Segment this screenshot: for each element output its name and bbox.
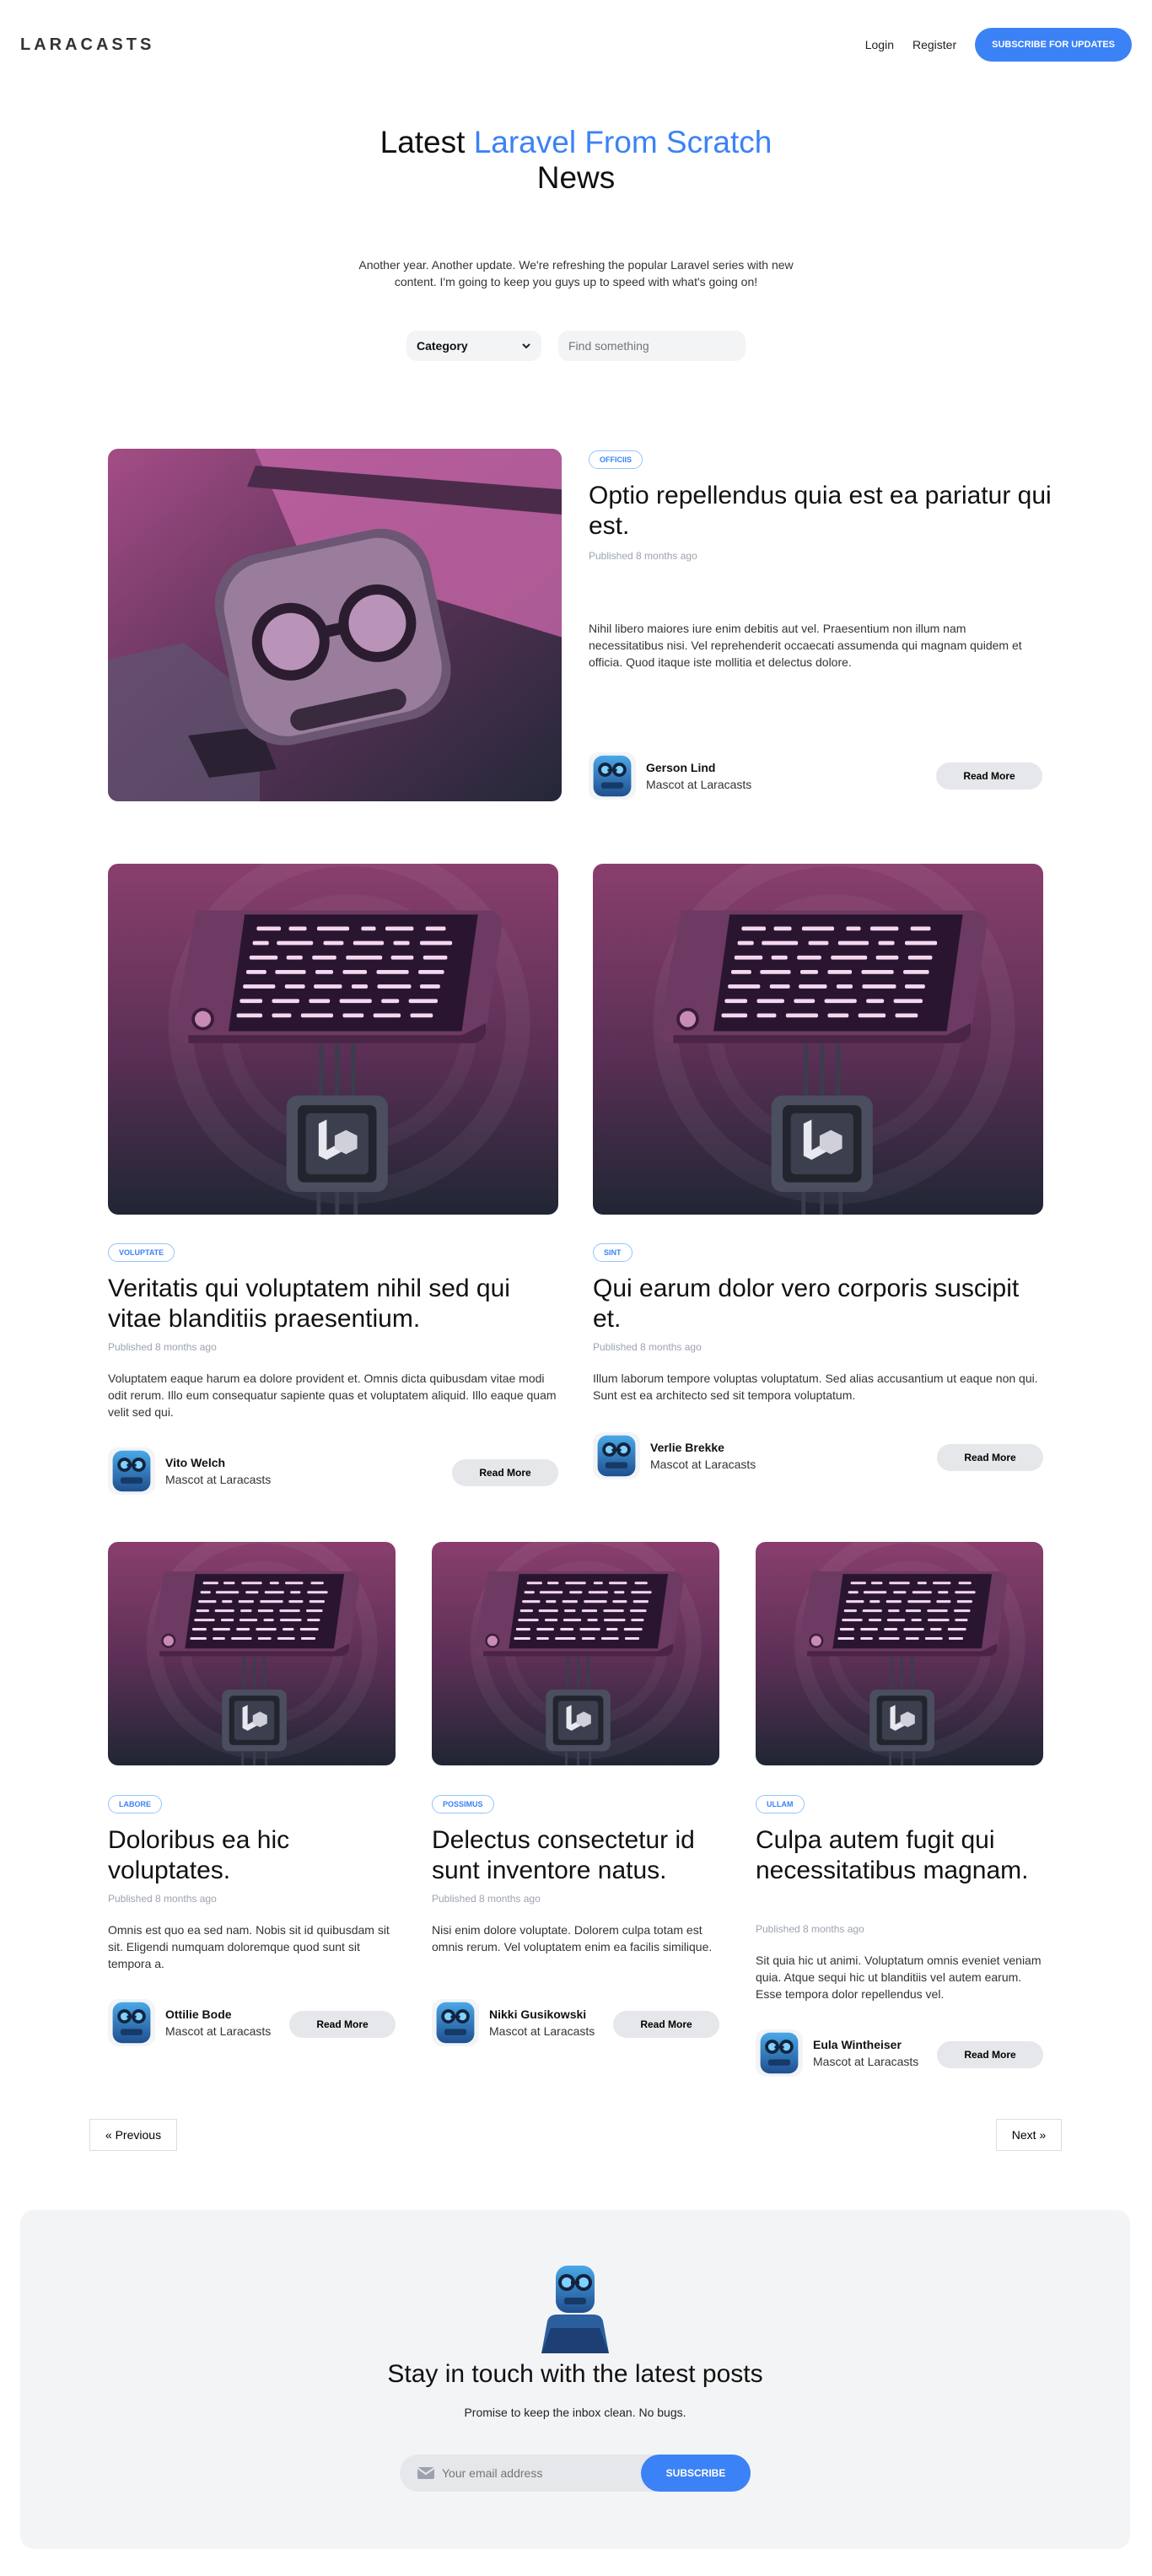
post-author: Eula Wintheiser Mascot at Laracasts [756, 2029, 918, 2077]
category-dropdown[interactable]: Category [406, 331, 541, 361]
post-title[interactable]: Culpa autem fugit qui necessitatibus mag… [756, 1825, 1043, 1886]
search-input[interactable] [558, 331, 746, 361]
previous-page-button[interactable]: « Previous [89, 2119, 177, 2151]
post-title[interactable]: Delectus consectetur id sunt inventore n… [432, 1825, 719, 1886]
author-role: Mascot at Laracasts [165, 2024, 272, 2038]
title-post: News [536, 160, 616, 195]
post-image[interactable] [432, 1542, 719, 1765]
post-category-tag[interactable]: Voluptate [108, 1243, 175, 1262]
post-excerpt: Illum laborum tempore voluptas voluptatu… [593, 1372, 1038, 1402]
post-title[interactable]: Veritatis qui voluptatem nihil sed qui v… [108, 1274, 558, 1334]
post-title[interactable]: Qui earum dolor vero corporis suscipit e… [593, 1274, 1043, 1334]
post-title[interactable]: Doloribus ea hic voluptates. [108, 1825, 396, 1886]
read-more-button[interactable]: Read More [937, 1444, 1043, 1471]
intro-text: Another year. Another update. We're refr… [358, 258, 794, 288]
post-category-tag[interactable]: Ullam [756, 1795, 805, 1813]
post-published-date: Published 8 months ago [108, 1341, 217, 1353]
post-published-date: Published 8 months ago [589, 550, 697, 562]
title-highlight: Laravel From Scratch [473, 125, 772, 159]
laracasts-logo[interactable]: LARACASTS [20, 35, 154, 55]
filters: Category [0, 331, 1152, 361]
read-more-button[interactable]: Read More [289, 2011, 396, 2038]
author-role: Mascot at Laracasts [646, 778, 752, 791]
post-published-date: Published 8 months ago [593, 1341, 702, 1353]
author-name: Nikki Gusikowski [489, 2007, 587, 2021]
category-label: Category [417, 339, 468, 353]
newsletter-form: SUBSCRIBE [400, 2455, 751, 2492]
author-name: Gerson Lind [646, 761, 716, 774]
author-role: Mascot at Laracasts [165, 1473, 272, 1486]
post-excerpt: Sit quia hic ut animi. Voluptatum omnis … [756, 1954, 1042, 2001]
author-avatar [593, 1432, 640, 1479]
author-name: Ottilie Bode [165, 2007, 232, 2021]
post-author: Ottilie Bode Mascot at Laracasts [108, 1999, 271, 2046]
author-avatar [432, 1999, 479, 2046]
post-published-date: Published 8 months ago [756, 1923, 864, 1935]
author-role: Mascot at Laracasts [813, 2055, 919, 2068]
post-category-tag[interactable]: Officiis [589, 450, 643, 469]
logo-text: LARACASTS [20, 35, 155, 54]
mascot-illustration [529, 2261, 622, 2353]
top-nav: LARACASTS Login Register SUBSCRIBE FOR U… [20, 25, 1132, 64]
author-name: Verlie Brekke [650, 1441, 724, 1454]
read-more-button[interactable]: Read More [452, 1459, 558, 1486]
post-author: Vito Welch Mascot at Laracasts [108, 1447, 271, 1495]
next-page-button[interactable]: Next » [996, 2119, 1062, 2151]
newsletter-section: Stay in touch with the latest posts Prom… [20, 2210, 1130, 2549]
author-role: Mascot at Laracasts [650, 1458, 756, 1471]
mail-icon [417, 2467, 435, 2479]
post-image[interactable] [108, 864, 558, 1215]
featured-post-image[interactable] [108, 449, 562, 801]
author-name: Vito Welch [165, 1456, 226, 1469]
post-published-date: Published 8 months ago [108, 1893, 217, 1905]
post-published-date: Published 8 months ago [432, 1893, 541, 1905]
read-more-button[interactable]: Read More [937, 2041, 1043, 2068]
title-pre: Latest [380, 125, 474, 159]
post-image[interactable] [593, 864, 1043, 1215]
post-author: Verlie Brekke Mascot at Laracasts [593, 1432, 756, 1479]
post-author: Nikki Gusikowski Mascot at Laracasts [432, 1999, 595, 2046]
post-title[interactable]: Optio repellendus quia est ea pariatur q… [589, 481, 1061, 542]
author-name: Eula Wintheiser [813, 2038, 902, 2051]
author-avatar [589, 752, 636, 800]
post-excerpt: Nihil libero maiores iure enim debitis a… [589, 622, 1022, 669]
post-category-tag[interactable]: Labore [108, 1795, 162, 1813]
newsletter-subscribe-button[interactable]: SUBSCRIBE [641, 2455, 751, 2492]
author-avatar [108, 1999, 155, 2046]
page-title: Latest Laravel From Scratch News [0, 125, 1152, 196]
email-input[interactable] [435, 2466, 641, 2480]
subscribe-for-updates-button[interactable]: SUBSCRIBE FOR UPDATES [975, 28, 1132, 62]
post-image[interactable] [108, 1542, 396, 1765]
post-author: Gerson Lind Mascot at Laracasts [589, 752, 751, 800]
post-excerpt: Nisi enim dolore voluptate. Dolorem culp… [432, 1923, 713, 1954]
nav-links: Login Register SUBSCRIBE FOR UPDATES [865, 28, 1132, 62]
author-avatar [108, 1447, 155, 1495]
post-excerpt: Omnis est quo ea sed nam. Nobis sit id q… [108, 1923, 390, 1970]
register-link[interactable]: Register [912, 38, 956, 51]
newsletter-heading: Stay in touch with the latest posts [387, 2360, 763, 2388]
author-role: Mascot at Laracasts [489, 2024, 595, 2038]
hero: Latest Laravel From Scratch News Another… [0, 125, 1152, 290]
post-image[interactable] [756, 1542, 1043, 1765]
post-category-tag[interactable]: Possimus [432, 1795, 494, 1813]
read-more-button[interactable]: Read More [936, 763, 1042, 790]
post-category-tag[interactable]: Sint [593, 1243, 633, 1262]
newsletter-subheading: Promise to keep the inbox clean. No bugs… [464, 2406, 686, 2419]
post-excerpt: Voluptatem eaque harum ea dolore provide… [108, 1372, 557, 1419]
login-link[interactable]: Login [865, 38, 894, 51]
chevron-down-icon [522, 343, 530, 349]
read-more-button[interactable]: Read More [613, 2011, 719, 2038]
author-avatar [756, 2029, 803, 2077]
